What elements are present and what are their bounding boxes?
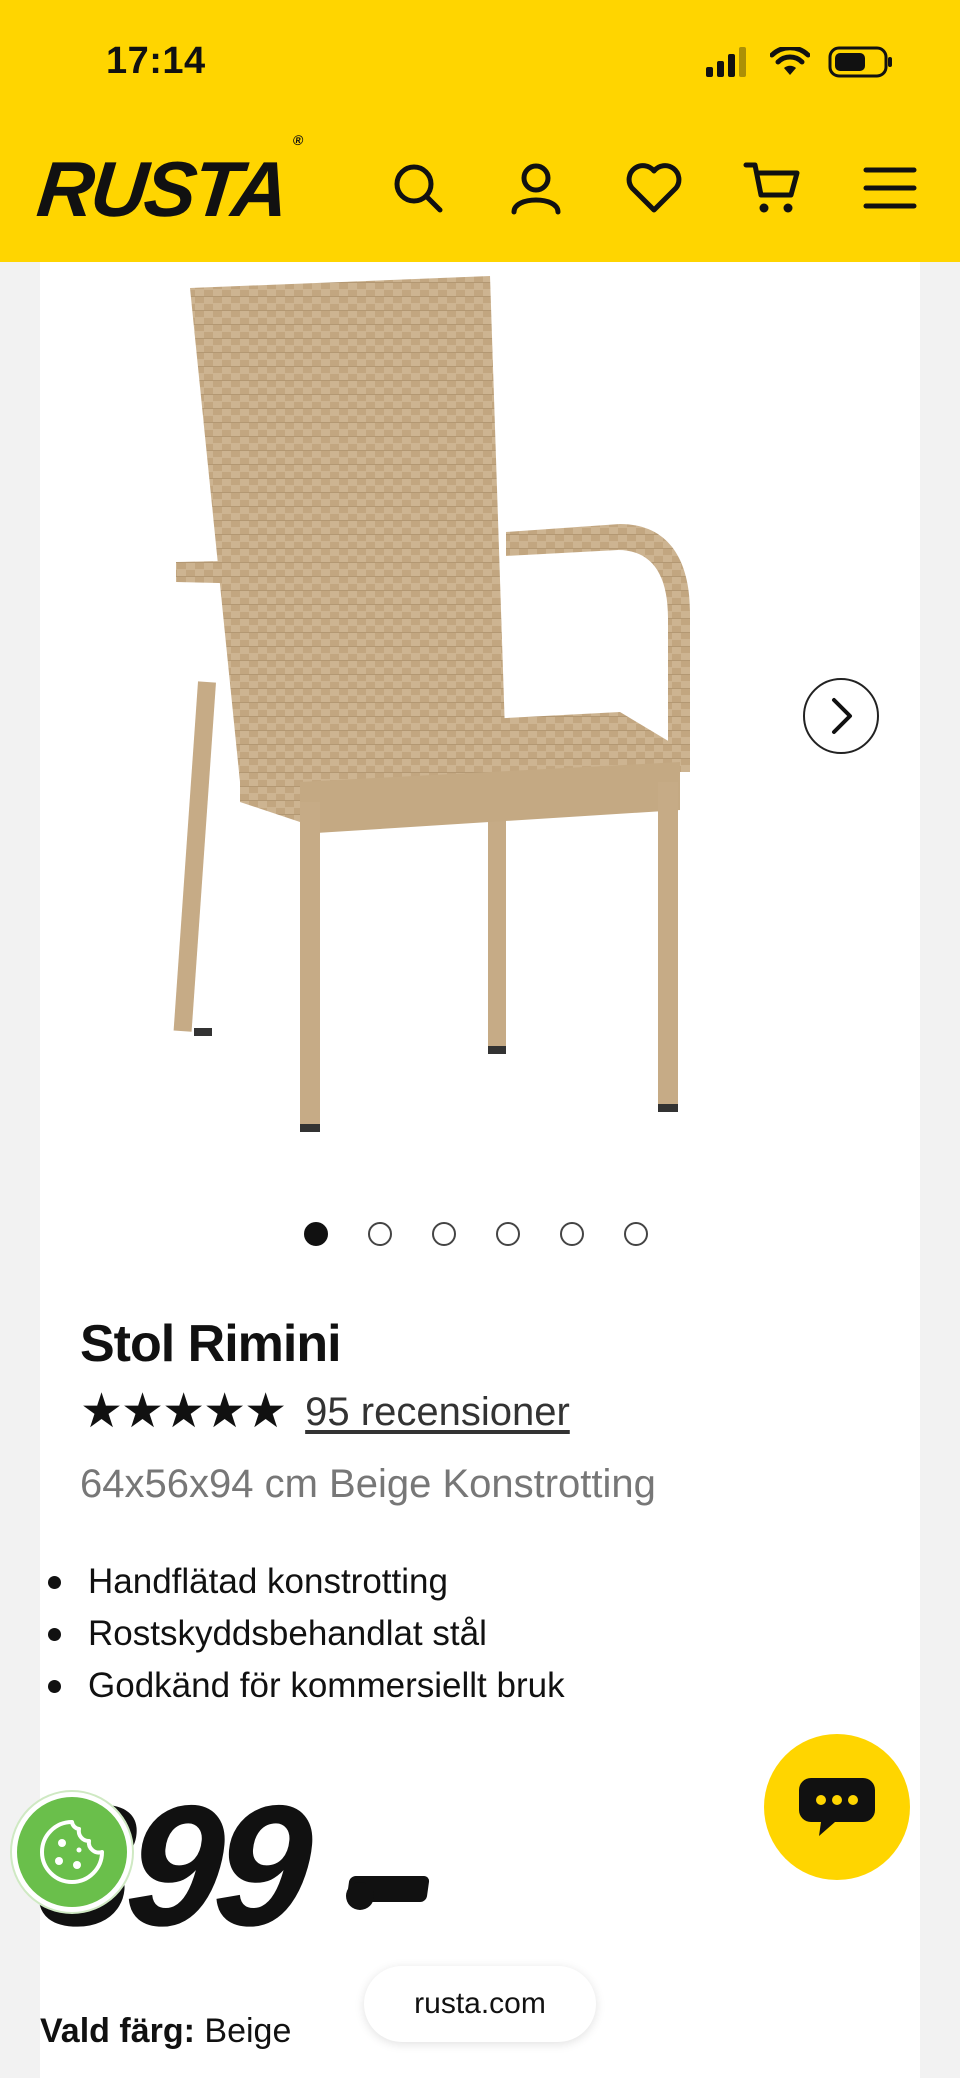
account-icon[interactable] <box>506 158 566 218</box>
signal-icon <box>706 47 746 77</box>
cookie-settings-button[interactable] <box>12 1792 132 1912</box>
rating-row: ★★★★★ 95 recensioner <box>80 1388 570 1436</box>
gallery-dot[interactable] <box>304 1222 328 1246</box>
list-item: Rostskyddsbehandlat stål <box>40 1608 565 1660</box>
selected-color-value: Beige <box>204 2012 292 2050</box>
star-rating: ★★★★★ <box>80 1385 287 1438</box>
gallery-dot[interactable] <box>624 1222 648 1246</box>
chat-button[interactable] <box>764 1734 910 1880</box>
feature-list: Handflätad konstrotting Rostskyddsbehand… <box>40 1556 565 1712</box>
top-bar: 17:14 RUSTA® <box>0 0 960 262</box>
gallery-dot[interactable] <box>496 1222 520 1246</box>
status-icons <box>706 46 894 78</box>
rusta-logo[interactable]: RUSTA® <box>33 132 301 233</box>
gallery-dot[interactable] <box>368 1222 392 1246</box>
product-dimensions: 64x56x94 cm Beige Konstrotting <box>80 1462 656 1506</box>
browser-url-bar[interactable]: rusta.com <box>364 1966 596 2042</box>
battery-icon <box>828 46 892 78</box>
cart-icon[interactable] <box>742 158 802 218</box>
wifi-icon <box>770 47 810 75</box>
price-dot <box>346 1882 374 1910</box>
product-title: Stol Rimini <box>80 1315 342 1373</box>
heart-icon[interactable] <box>624 158 684 218</box>
list-item: Handflätad konstrotting <box>40 1556 565 1608</box>
chat-icon <box>799 1778 875 1836</box>
search-icon[interactable] <box>388 158 448 218</box>
gallery-dot[interactable] <box>560 1222 584 1246</box>
chevron-right-icon <box>832 698 852 734</box>
menu-icon[interactable] <box>860 158 920 218</box>
list-item: Godkänd för kommersiellt bruk <box>40 1660 565 1712</box>
gallery-dot[interactable] <box>432 1222 456 1246</box>
gallery-pagination <box>304 1222 648 1246</box>
product-image[interactable] <box>150 262 870 1162</box>
cookie-icon <box>40 1820 104 1884</box>
selected-color: Vald färg: Beige <box>40 2012 292 2050</box>
reviews-link[interactable]: 95 recensioner <box>305 1390 570 1435</box>
next-image-button[interactable] <box>803 678 879 754</box>
status-time: 17:14 <box>106 40 206 82</box>
